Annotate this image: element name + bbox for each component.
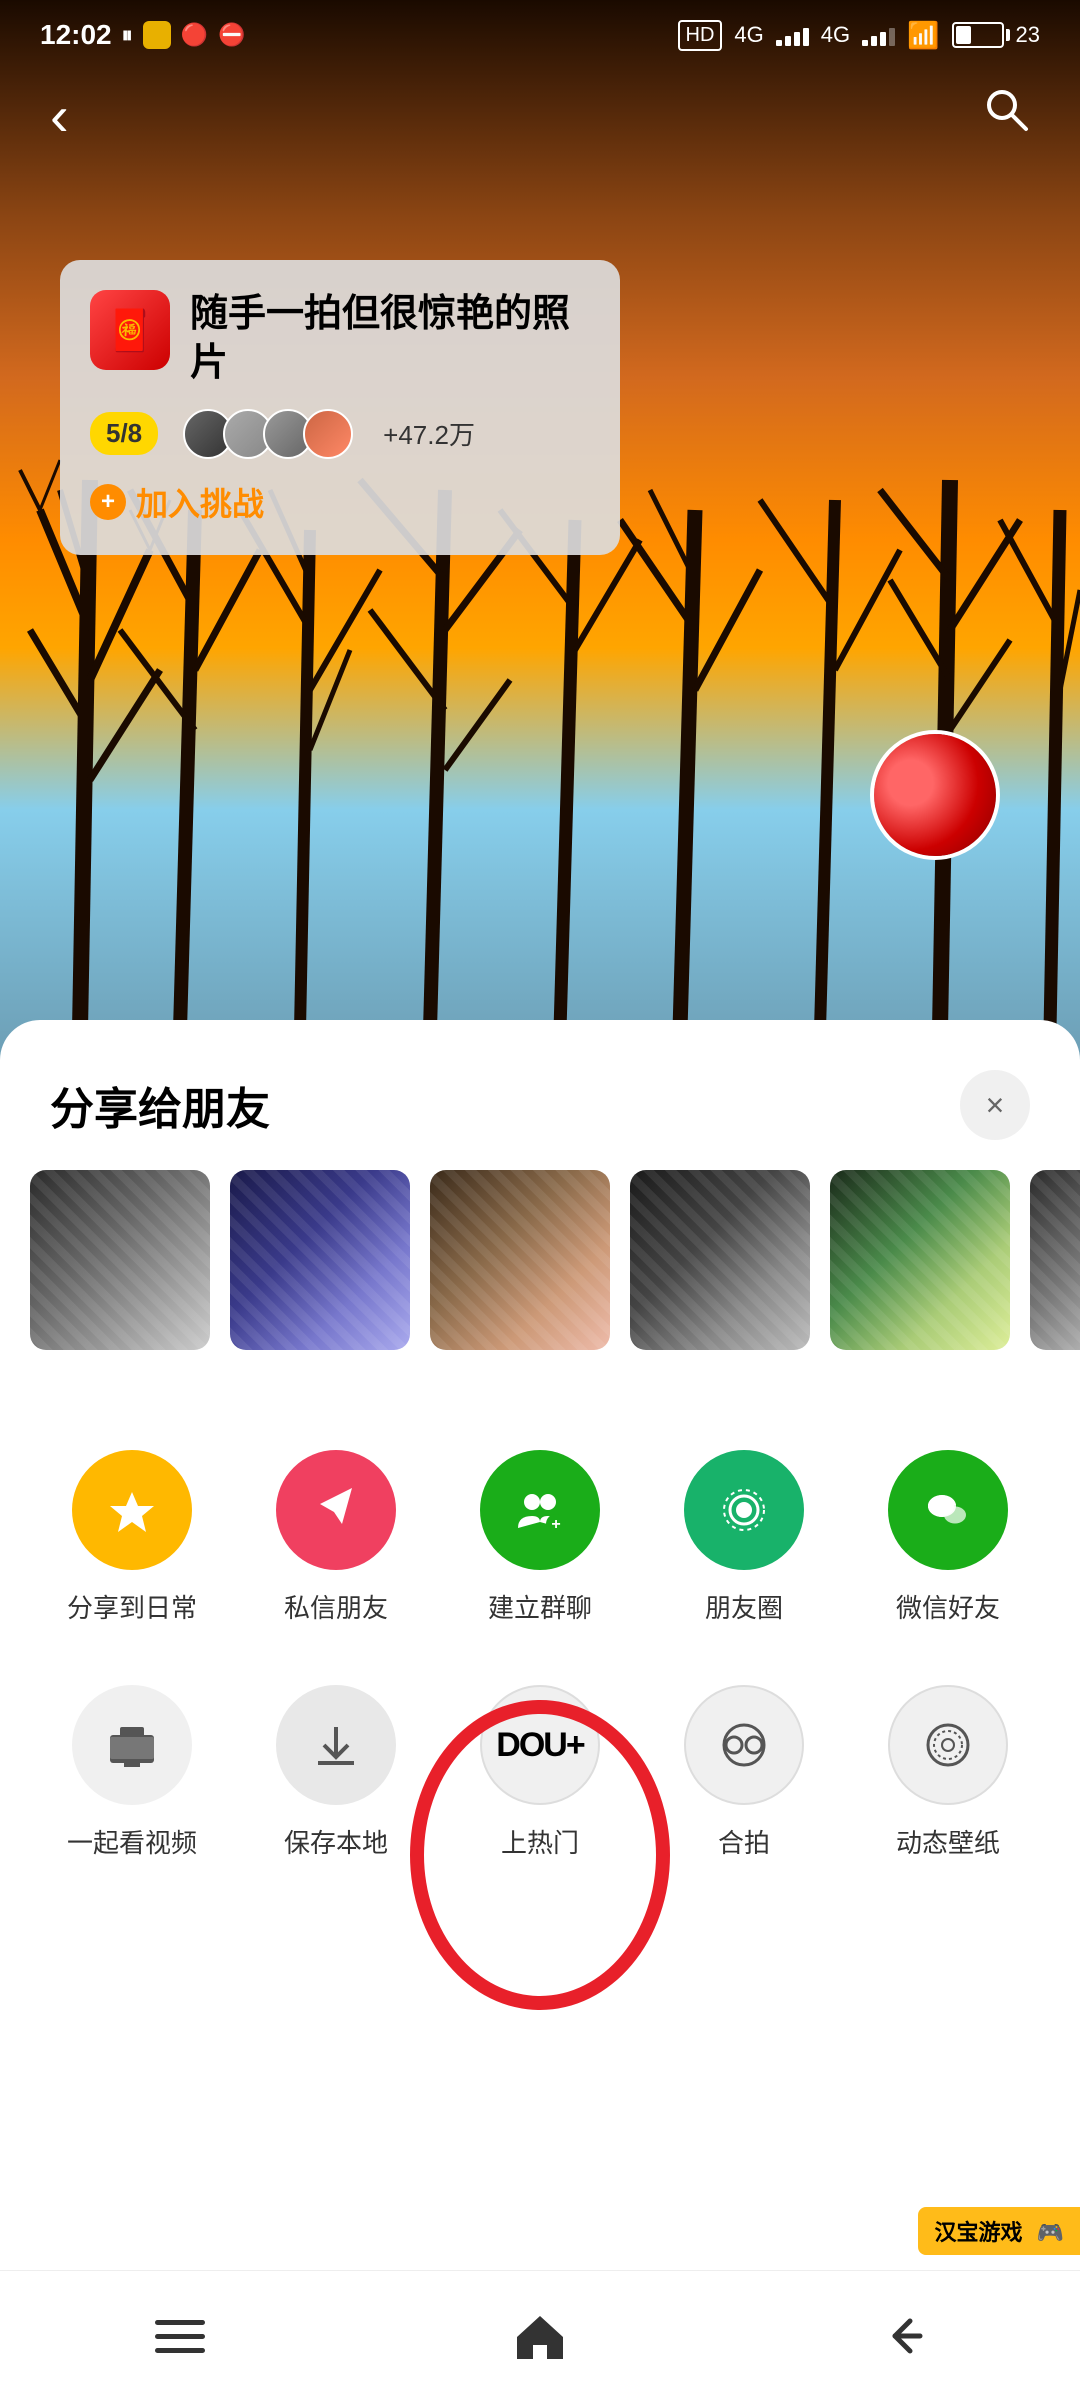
- filter-item-4[interactable]: [630, 1170, 810, 1350]
- daily-icon: [72, 1450, 192, 1570]
- avatar-4: [303, 409, 353, 459]
- wallpaper-label: 动态壁纸: [896, 1823, 1000, 1860]
- trending-icon: DOU+: [480, 1685, 600, 1805]
- wechat-label: 微信好友: [896, 1588, 1000, 1625]
- message-icon: [276, 1450, 396, 1570]
- signal-bars-2: [862, 24, 895, 46]
- share-wallpaper[interactable]: 动态壁纸: [846, 1665, 1050, 1880]
- share-save[interactable]: 保存本地: [234, 1665, 438, 1880]
- wallpaper-icon: [888, 1685, 1008, 1805]
- watch-icon: [72, 1685, 192, 1805]
- time-display: 12:02: [40, 19, 112, 51]
- filter-item-3[interactable]: [430, 1170, 610, 1350]
- bottom-nav: [0, 2270, 1080, 2400]
- share-trending[interactable]: DOU+ 上热门: [438, 1665, 642, 1880]
- filter-strip: [0, 1170, 1080, 1390]
- duet-icon: [684, 1685, 804, 1805]
- duet-label: 合拍: [718, 1823, 770, 1860]
- signal-4g-2: 4G: [821, 22, 850, 48]
- join-icon: +: [90, 484, 126, 520]
- status-right: HD 4G 4G 📶 23: [678, 20, 1040, 51]
- bottom-sheet: 分享给朋友 × 分享到日常 私信朋友: [0, 1020, 1080, 2400]
- share-watch[interactable]: 一起看视频: [30, 1665, 234, 1880]
- filter-item-2[interactable]: [230, 1170, 410, 1350]
- share-message[interactable]: 私信朋友: [234, 1430, 438, 1645]
- group-label: 建立群聊: [488, 1588, 592, 1625]
- challenge-header: 🧧 随手一拍但很惊艳的照片: [90, 290, 590, 389]
- sheet-header: 分享给朋友 ×: [0, 1020, 1080, 1170]
- envelope-icon: 🧧: [105, 307, 155, 354]
- filter-item-1[interactable]: [30, 1170, 210, 1350]
- challenge-card: 🧧 随手一拍但很惊艳的照片 5/8 +47.2万 + 加入挑战: [60, 260, 620, 555]
- nav-menu[interactable]: [140, 2296, 220, 2376]
- coin-badge: 5/8: [90, 412, 158, 455]
- filter-item-5[interactable]: [830, 1170, 1010, 1350]
- nav-back[interactable]: [860, 2296, 940, 2376]
- challenge-icon: 🧧: [90, 290, 170, 370]
- watermark-text: 汉宝游戏: [934, 2220, 1022, 2245]
- flower-circle: [870, 730, 1000, 860]
- svg-text:+: +: [551, 1516, 560, 1533]
- save-label: 保存本地: [284, 1823, 388, 1860]
- battery-icon: [952, 22, 1004, 48]
- join-challenge-button[interactable]: + 加入挑战: [90, 479, 264, 525]
- watermark-icon: 🎮: [1037, 2220, 1064, 2245]
- top-nav: ‹: [0, 70, 1080, 160]
- challenge-stats: 5/8 +47.2万: [90, 409, 590, 459]
- watermark: 汉宝游戏 🎮: [918, 2207, 1080, 2255]
- tiktok-icon: ⏸: [122, 22, 133, 48]
- message-label: 私信朋友: [284, 1588, 388, 1625]
- share-duet[interactable]: 合拍: [642, 1665, 846, 1880]
- share-wechat[interactable]: 微信好友: [846, 1430, 1050, 1645]
- app-icon-1: [143, 21, 171, 49]
- signal-4g-1: 4G: [734, 22, 763, 48]
- avatar-group: [183, 409, 353, 459]
- challenge-title: 随手一拍但很惊艳的照片: [190, 290, 590, 389]
- moments-label: 朋友圈: [705, 1588, 783, 1625]
- search-button[interactable]: [982, 85, 1030, 145]
- hd-badge: HD: [678, 20, 723, 51]
- app-icon-2: 🔴: [181, 22, 208, 48]
- share-moments[interactable]: 朋友圈: [642, 1430, 846, 1645]
- back-button[interactable]: ‹: [50, 83, 69, 148]
- share-group[interactable]: + 建立群聊: [438, 1430, 642, 1645]
- share-row-2: 一起看视频 保存本地 DOU+ 上热门: [0, 1645, 1080, 1880]
- wifi-icon: 📶: [907, 20, 939, 51]
- daily-label: 分享到日常: [67, 1588, 197, 1625]
- save-icon: [276, 1685, 396, 1805]
- battery-pct: 23: [1016, 22, 1040, 48]
- dou-plus-label: DOU+: [496, 1726, 583, 1765]
- trending-label: 上热门: [501, 1823, 579, 1860]
- status-bar: 12:02 ⏸ 🔴 ⛔ HD 4G 4G 📶 23: [0, 0, 1080, 70]
- wechat-icon: [888, 1450, 1008, 1570]
- sheet-title: 分享给朋友: [50, 1073, 270, 1137]
- nav-home[interactable]: [500, 2296, 580, 2376]
- watch-label: 一起看视频: [67, 1823, 197, 1860]
- signal-bars-1: [776, 24, 809, 46]
- moments-icon: [684, 1450, 804, 1570]
- filter-item-6[interactable]: [1030, 1170, 1080, 1350]
- share-row-1: 分享到日常 私信朋友 + 建立群聊: [0, 1390, 1080, 1645]
- follow-count: +47.2万: [383, 415, 475, 452]
- app-icon-3: ⛔: [218, 22, 245, 48]
- share-daily[interactable]: 分享到日常: [30, 1430, 234, 1645]
- join-label: 加入挑战: [136, 479, 264, 525]
- status-left: 12:02 ⏸ 🔴 ⛔: [40, 19, 245, 51]
- group-icon: +: [480, 1450, 600, 1570]
- close-button[interactable]: ×: [960, 1070, 1030, 1140]
